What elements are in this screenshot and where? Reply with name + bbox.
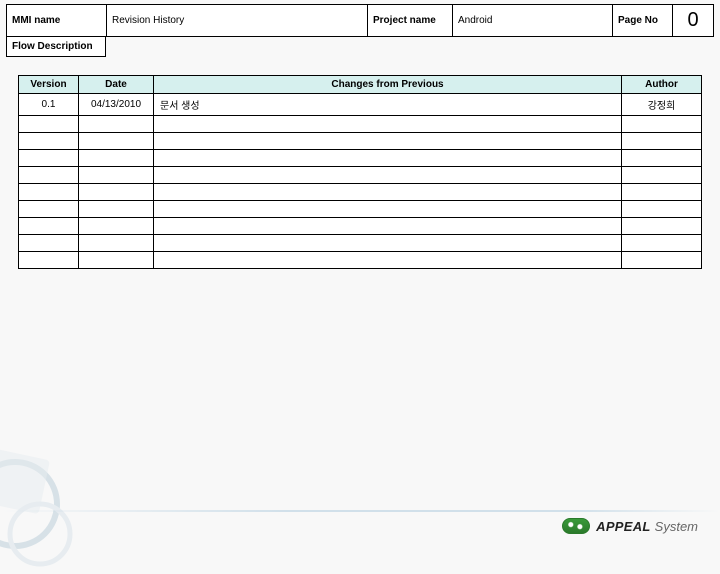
mmi-name-label: MMI name: [7, 5, 107, 36]
cell-author: [622, 235, 702, 252]
table-row: [19, 201, 702, 218]
table-row: [19, 116, 702, 133]
cell-version: [19, 133, 79, 150]
brand: APPEAL System: [562, 518, 698, 534]
table-row: [19, 150, 702, 167]
table-row: [19, 133, 702, 150]
cell-version: 0.1: [19, 94, 79, 116]
brand-logo-icon: [562, 518, 590, 534]
cell-author: [622, 252, 702, 269]
cell-version: [19, 218, 79, 235]
cell-changes: [154, 235, 622, 252]
cell-author: [622, 218, 702, 235]
table-row: [19, 184, 702, 201]
table-row: [19, 235, 702, 252]
cell-date: [79, 184, 154, 201]
cell-date: [79, 116, 154, 133]
cell-changes: [154, 133, 622, 150]
col-date: Date: [79, 76, 154, 94]
project-name-label: Project name: [368, 5, 453, 36]
cell-version: [19, 184, 79, 201]
table-header-row: Version Date Changes from Previous Autho…: [19, 76, 702, 94]
brand-text-light: System: [655, 519, 698, 534]
table-row: [19, 218, 702, 235]
page-no-value: 0: [673, 5, 713, 36]
cell-version: [19, 150, 79, 167]
cell-date: [79, 133, 154, 150]
cell-author: [622, 184, 702, 201]
table-row: [19, 252, 702, 269]
cell-author: [622, 167, 702, 184]
cell-version: [19, 235, 79, 252]
cell-date: [79, 252, 154, 269]
cell-author: [622, 133, 702, 150]
footer-stripe: [0, 510, 720, 512]
page-no-label: Page No: [613, 5, 673, 36]
cell-author: [622, 116, 702, 133]
flow-description-label: Flow Description: [6, 37, 106, 57]
cell-changes: 문서 생성: [154, 94, 622, 116]
cell-author: [622, 150, 702, 167]
cell-date: [79, 235, 154, 252]
header-bar: MMI name Revision History Project name A…: [6, 4, 714, 37]
cell-author: 강정희: [622, 94, 702, 116]
cell-changes: [154, 218, 622, 235]
cell-changes: [154, 184, 622, 201]
cell-version: [19, 252, 79, 269]
cell-changes: [154, 116, 622, 133]
col-changes: Changes from Previous: [154, 76, 622, 94]
cell-version: [19, 116, 79, 133]
background-deco: [0, 414, 110, 574]
brand-text-strong: APPEAL: [596, 519, 651, 534]
col-author: Author: [622, 76, 702, 94]
table-row: 0.104/13/2010문서 생성강정희: [19, 94, 702, 116]
cell-date: [79, 167, 154, 184]
cell-version: [19, 201, 79, 218]
cell-changes: [154, 150, 622, 167]
revision-table: Version Date Changes from Previous Autho…: [18, 75, 702, 269]
cell-changes: [154, 201, 622, 218]
cell-date: [79, 218, 154, 235]
project-name-value: Android: [453, 5, 613, 36]
cell-date: [79, 201, 154, 218]
cell-version: [19, 167, 79, 184]
cell-date: 04/13/2010: [79, 94, 154, 116]
cell-changes: [154, 167, 622, 184]
revision-history-title: Revision History: [107, 5, 368, 36]
cell-date: [79, 150, 154, 167]
col-version: Version: [19, 76, 79, 94]
footer: APPEAL System: [0, 518, 720, 534]
cell-changes: [154, 252, 622, 269]
table-row: [19, 167, 702, 184]
cell-author: [622, 201, 702, 218]
